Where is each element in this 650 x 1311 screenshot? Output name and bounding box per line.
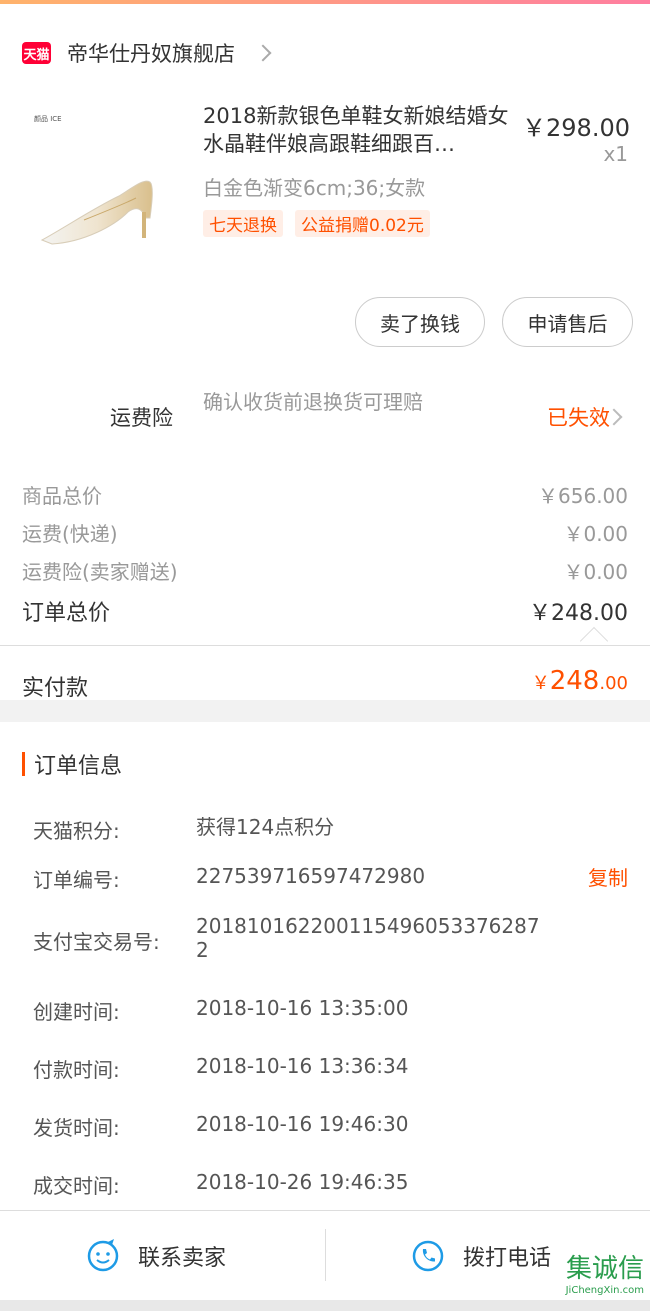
info-value: 2018-10-16 19:46:30: [196, 1112, 409, 1136]
shoe-image-icon: [40, 180, 153, 245]
watermark-en: JiChengXin.com: [565, 1285, 644, 1296]
info-key: 付款时间:: [33, 1058, 120, 1082]
watermark-cn: 集诚信: [565, 1254, 644, 1284]
info-key: 订单编号:: [33, 868, 120, 892]
info-key: 发货时间:: [33, 1116, 120, 1140]
order-total-value: ￥248.00: [529, 601, 628, 626]
product-spec: 白金色渐变6cm;36;女款: [203, 176, 426, 200]
product-thumbnail[interactable]: 颜品 ICE: [24, 108, 174, 258]
product-quantity: x1: [603, 142, 628, 166]
info-key: 天猫积分:: [33, 819, 120, 843]
phone-icon: [412, 1240, 444, 1272]
paid-decimal: .00: [599, 673, 628, 694]
paid-symbol: ￥: [531, 673, 550, 694]
divider: [325, 1229, 326, 1281]
product-tags: 七天退换 公益捐赠0.02元: [203, 210, 430, 237]
chat-bubble-icon: [87, 1239, 119, 1272]
tag-seven-day-return: 七天退换: [203, 210, 283, 237]
summary-row: 商品总价 ￥656.00: [22, 480, 628, 509]
info-value: 获得124点积分: [196, 815, 335, 839]
contact-seller-button[interactable]: 联系卖家: [86, 1211, 226, 1301]
paid-integer: 248: [549, 666, 600, 696]
chevron-right-icon: [254, 44, 272, 62]
info-value: 227539716597472980: [196, 864, 426, 888]
paid-value: ￥248.00: [532, 666, 628, 696]
insurance-label: 运费险: [110, 406, 173, 430]
call-phone-button[interactable]: 拨打电话: [411, 1211, 551, 1301]
product-price: ￥298.00: [522, 114, 630, 142]
tmall-logo-icon: 天猫: [22, 42, 51, 64]
contact-seller-label: 联系卖家: [138, 1246, 227, 1271]
info-value: 2018-10-26 19:46:35: [196, 1170, 409, 1194]
summary-row: 运费(快递) ￥0.00: [22, 518, 628, 547]
info-key: 成交时间:: [33, 1174, 120, 1198]
summary-value: ￥0.00: [563, 522, 628, 546]
bottom-strip: [0, 1300, 650, 1311]
order-info-title: 订单信息: [34, 754, 123, 779]
call-phone-label: 拨打电话: [463, 1246, 552, 1271]
order-total-row: 订单总价 ￥248.00: [22, 595, 628, 627]
order-total-label: 订单总价: [22, 601, 111, 626]
product-title[interactable]: 2018新款银色单鞋女新娘结婚女水晶鞋伴娘高跟鞋细跟百…: [203, 102, 521, 158]
section-accent-bar: [22, 752, 25, 776]
after-sale-button[interactable]: 申请售后: [502, 297, 633, 347]
summary-label: 商品总价: [22, 484, 102, 508]
summary-label: 运费险(卖家赠送): [22, 560, 178, 584]
info-key: 创建时间:: [33, 1000, 120, 1024]
shop-header[interactable]: 天猫 帝华仕丹奴旗舰店: [22, 36, 272, 70]
tag-charity: 公益捐赠0.02元: [295, 210, 430, 237]
info-value: 2018-10-16 13:35:00: [196, 996, 409, 1020]
paid-label: 实付款: [22, 676, 89, 701]
copy-button[interactable]: 复制: [588, 862, 628, 891]
info-value: 2018101622001154960533762872: [196, 914, 540, 962]
insurance-status[interactable]: 已失效: [547, 402, 610, 432]
info-value: 2018-10-16 13:36:34: [196, 1054, 409, 1078]
sell-button[interactable]: 卖了换钱: [355, 297, 485, 347]
summary-row: 运费险(卖家赠送) ￥0.00: [22, 556, 628, 585]
order-info-section: 订单信息 天猫积分: 获得124点积分 订单编号: 22753971659747…: [0, 722, 650, 1210]
summary-value: ￥656.00: [538, 484, 628, 508]
shop-name[interactable]: 帝华仕丹奴旗舰店: [67, 38, 235, 68]
summary-label: 运费(快递): [22, 522, 118, 546]
thumbnail-brand-text: 颜品 ICE: [34, 115, 62, 123]
watermark-logo: 集诚信 JiChengXin.com: [566, 1248, 644, 1296]
order-card: 天猫 帝华仕丹奴旗舰店 颜品 ICE 2018新款银色单鞋女新娘结婚女水晶鞋伴娘…: [0, 4, 650, 700]
bottom-action-bar: 联系卖家 拨打电话 集诚信 JiChengXin.com: [0, 1210, 650, 1300]
info-key: 支付宝交易号:: [33, 930, 160, 954]
paid-row: 实付款 ￥248.00: [0, 646, 650, 701]
summary-value: ￥0.00: [563, 560, 628, 584]
order-info-header: 订单信息: [22, 748, 122, 780]
insurance-description: 确认收货前退换货可理赔: [203, 390, 423, 414]
